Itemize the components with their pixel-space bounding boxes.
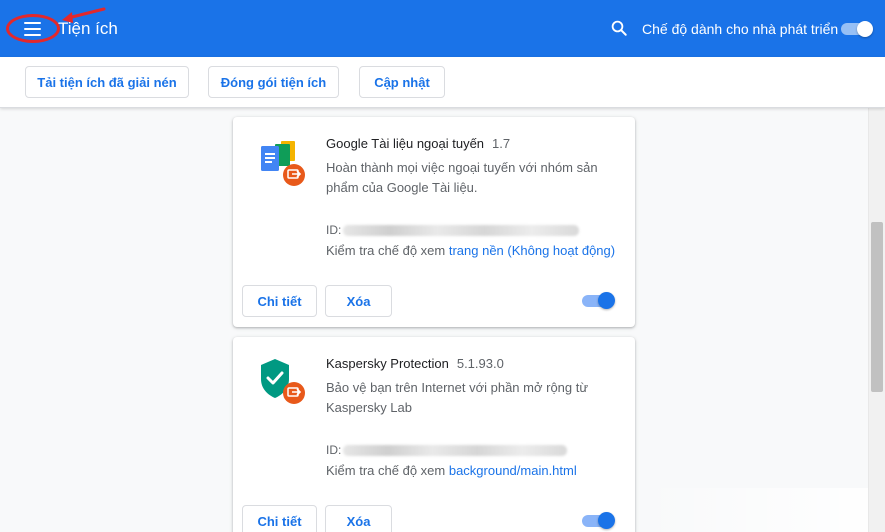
inspect-views-link[interactable]: trang nền (Không hoạt động)	[449, 243, 615, 258]
extension-title: Google Tài liệu ngoại tuyến	[326, 136, 485, 151]
inspect-views-label: Kiểm tra chế độ xem	[326, 243, 446, 258]
extension-id-label: ID:	[326, 443, 342, 457]
extension-id-row: ID:	[326, 443, 568, 457]
developer-mode-label: Chế độ dành cho nhà phát triển	[642, 21, 839, 37]
remove-button[interactable]: Xóa	[325, 285, 392, 317]
toggle-knob	[857, 21, 873, 37]
inspect-views-row: Kiểm tra chế độ xem trang nền (Không hoạ…	[326, 243, 615, 258]
update-button[interactable]: Cập nhật	[359, 66, 445, 98]
extension-name: Google Tài liệu ngoại tuyến 1.7	[326, 136, 510, 151]
toggle-knob	[598, 512, 615, 529]
extension-version: 1.7	[492, 136, 511, 151]
header-bar: Tiện ích Chế độ dành cho nhà phát triển	[0, 0, 885, 57]
extension-id-row: ID:	[326, 223, 580, 237]
details-button[interactable]: Chi tiết	[242, 505, 317, 532]
extension-enable-toggle[interactable]	[582, 292, 615, 309]
page-title: Tiện ích	[58, 19, 118, 38]
remove-button[interactable]: Xóa	[325, 505, 392, 532]
extensions-list: Google Tài liệu ngoại tuyến 1.7 Hoàn thàn…	[0, 108, 885, 532]
inspect-views-label: Kiểm tra chế độ xem	[326, 463, 446, 478]
vertical-scrollbar[interactable]	[868, 108, 885, 532]
dev-toolbar: Tải tiện ích đã giải nén Đóng gói tiện í…	[0, 57, 885, 108]
google-docs-offline-icon	[259, 137, 307, 187]
extension-enable-toggle[interactable]	[582, 512, 615, 529]
pack-extension-button[interactable]: Đóng gói tiện ích	[208, 66, 339, 98]
annotation-circle	[6, 14, 60, 43]
extension-title: Kaspersky Protection	[326, 356, 449, 371]
inspect-views-link[interactable]: background/main.html	[449, 463, 577, 478]
scrollbar-thumb[interactable]	[871, 222, 883, 392]
extension-id-label: ID:	[326, 223, 342, 237]
extension-version: 5.1.93.0	[456, 356, 504, 371]
extension-card: Google Tài liệu ngoại tuyến 1.7 Hoàn thàn…	[233, 117, 635, 327]
search-icon[interactable]	[610, 19, 628, 37]
details-button[interactable]: Chi tiết	[242, 285, 317, 317]
extension-id-redacted	[343, 224, 580, 236]
extension-description: Bảo vệ bạn trên Internet với phần mở rộn…	[326, 380, 589, 415]
extension-name: Kaspersky Protection 5.1.93.0	[326, 356, 504, 371]
extension-id-redacted	[343, 444, 568, 456]
developer-mode-toggle[interactable]	[841, 21, 873, 37]
screenshot-fade	[640, 488, 868, 532]
extension-description: Hoàn thành mọi việc ngoại tuyến với nhóm…	[326, 160, 598, 195]
load-unpacked-button[interactable]: Tải tiện ích đã giải nén	[25, 66, 189, 98]
extension-card: Kaspersky Protection 5.1.93.0 Bảo vệ bạn …	[233, 337, 635, 532]
toggle-knob	[598, 292, 615, 309]
inspect-views-row: Kiểm tra chế độ xem background/main.html	[326, 463, 577, 478]
kaspersky-shield-icon	[259, 357, 307, 407]
